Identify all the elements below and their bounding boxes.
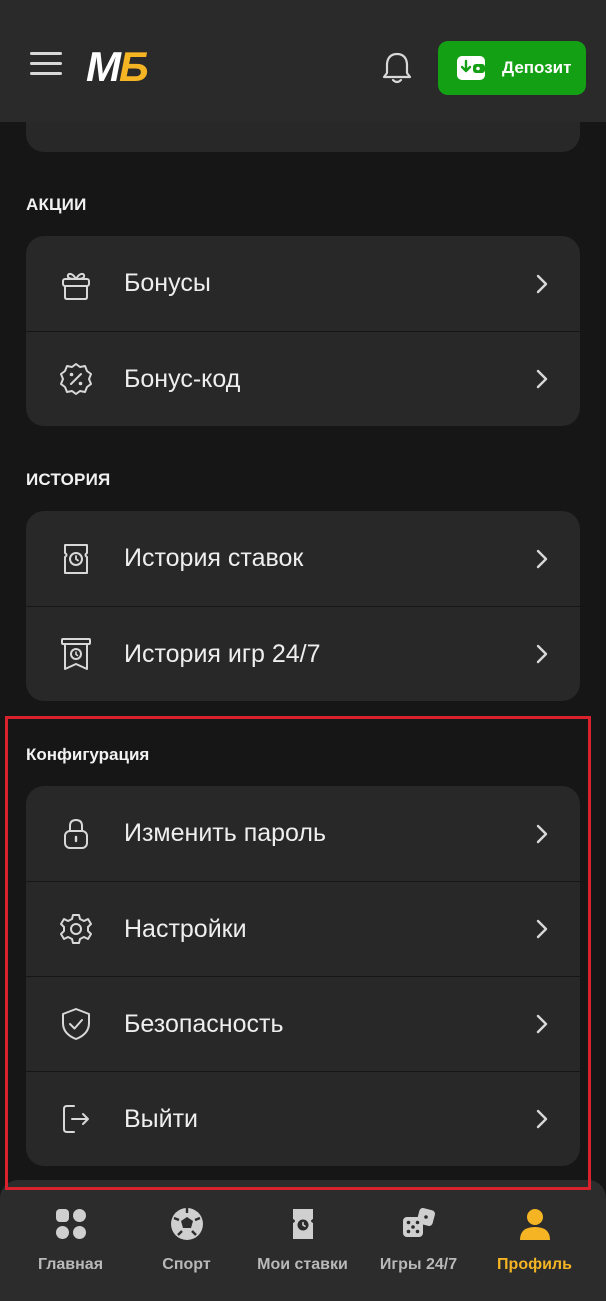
section-title-history: ИСТОРИЯ <box>26 470 111 489</box>
menu-row-logout[interactable]: Выйти <box>26 1071 580 1166</box>
chevron-right-icon <box>536 644 548 664</box>
history-card: История ставок История игр 24/7 <box>26 511 580 701</box>
menu-row-label: Выйти <box>124 1104 199 1133</box>
wallet-download-icon <box>457 56 485 80</box>
chevron-right-icon <box>536 919 548 939</box>
menu-row-label: Настройки <box>124 914 247 943</box>
game-history-icon <box>61 638 91 670</box>
gear-icon <box>60 914 92 944</box>
nav-item-games[interactable]: Игры 24/7 <box>358 1180 479 1301</box>
nav-label: Спорт <box>162 1256 211 1273</box>
nav-label: Главная <box>37 1256 104 1273</box>
logout-icon <box>63 1105 89 1133</box>
menu-row-security[interactable]: Безопасность <box>26 976 580 1071</box>
deposit-label: Депозит <box>502 58 572 77</box>
nav-item-profile[interactable]: Профиль <box>474 1180 595 1301</box>
bell-icon[interactable] <box>380 50 414 86</box>
chevron-right-icon <box>536 549 548 568</box>
nav-item-home[interactable]: Главная <box>10 1180 131 1301</box>
bet-ticket-clock-icon <box>64 543 88 574</box>
menu-row-bonus-code[interactable]: Бонус-код <box>26 331 580 426</box>
menu-row-label: Бонусы <box>124 269 211 297</box>
logo[interactable]: МБ <box>86 43 149 90</box>
menu-row-game-history[interactable]: История игр 24/7 <box>26 606 580 701</box>
home-grid-icon <box>55 1209 86 1239</box>
bottom-nav: Главная Спорт Мои ставки Игры 24/7 Профи… <box>0 1180 606 1301</box>
nav-label: Мои ставки <box>257 1256 348 1273</box>
chevron-right-icon <box>536 1014 548 1034</box>
promo-card: Бонусы Бонус-код <box>26 236 580 426</box>
nav-label: Профиль <box>497 1256 572 1273</box>
bet-ticket-icon <box>292 1209 313 1239</box>
section-title-promo: АКЦИИ <box>26 195 87 214</box>
chevron-right-icon <box>536 1109 548 1129</box>
menu-row-label: Бонус-код <box>124 364 241 393</box>
nav-item-sport[interactable]: Спорт <box>126 1180 247 1301</box>
deposit-button[interactable]: Депозит <box>438 41 586 95</box>
section-title-config: Конфигурация <box>26 745 150 764</box>
chevron-right-icon <box>536 824 548 843</box>
user-icon <box>519 1209 550 1240</box>
lock-icon <box>64 818 88 849</box>
menu-row-bet-history[interactable]: История ставок <box>26 511 580 606</box>
soccer-ball-icon <box>170 1208 203 1240</box>
chevron-right-icon <box>536 274 548 293</box>
nav-label: Игры 24/7 <box>379 1256 458 1273</box>
gift-icon <box>62 272 90 300</box>
dice-icon <box>402 1207 435 1237</box>
nav-item-my-bets[interactable]: Мои ставки <box>242 1180 363 1301</box>
config-card: Изменить пароль Настройки Безопасность В… <box>26 786 580 1166</box>
chevron-right-icon <box>536 369 548 389</box>
percent-badge-icon <box>60 363 92 395</box>
menu-row-label: Безопасность <box>124 1009 284 1038</box>
menu-row-label: История ставок <box>124 544 304 572</box>
shield-check-icon <box>62 1008 90 1040</box>
menu-row-bonuses[interactable]: Бонусы <box>26 236 580 331</box>
logo-part-2: Б <box>119 43 149 90</box>
logo-part-1: М <box>86 43 121 90</box>
menu-icon[interactable] <box>30 52 62 80</box>
menu-row-change-password[interactable]: Изменить пароль <box>26 786 580 881</box>
menu-row-label: История игр 24/7 <box>124 639 321 668</box>
top-header: МБ Депозит <box>0 0 606 122</box>
menu-row-settings[interactable]: Настройки <box>26 881 580 976</box>
menu-row-label: Изменить пароль <box>124 819 327 847</box>
